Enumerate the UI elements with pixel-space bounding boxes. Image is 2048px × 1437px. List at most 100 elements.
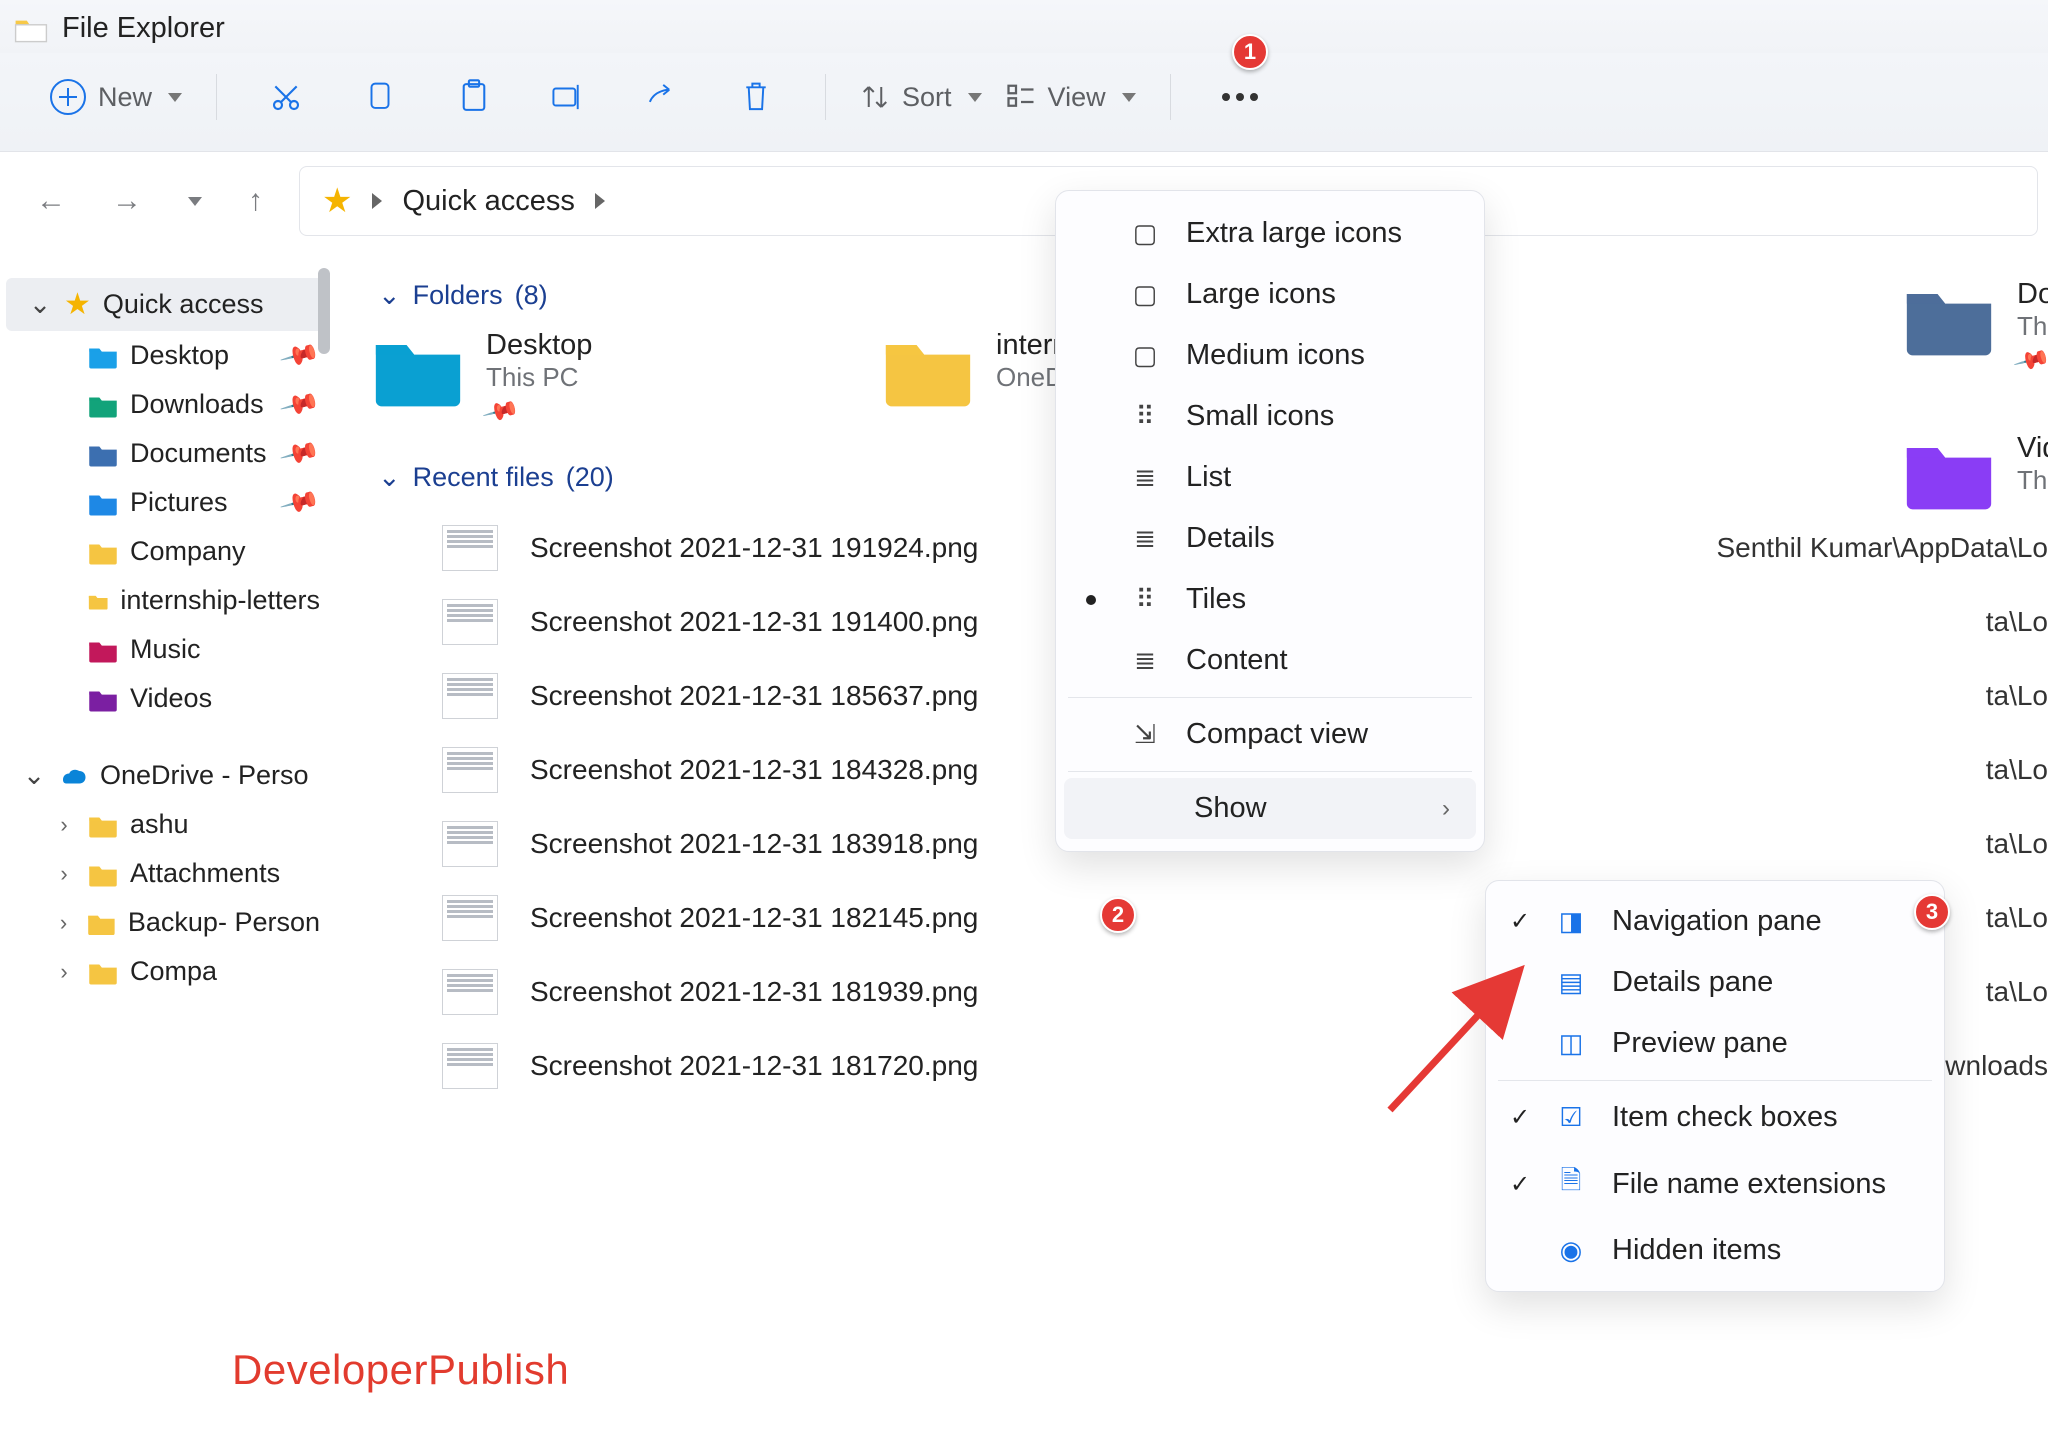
chevron-right-icon[interactable] xyxy=(595,193,605,209)
file-thumbnail xyxy=(442,525,498,571)
cut-button[interactable] xyxy=(257,72,315,122)
more-button[interactable] xyxy=(1211,72,1269,122)
folder-icon xyxy=(88,441,118,467)
menu-item-tiles[interactable]: ⠿ Tiles xyxy=(1056,569,1484,630)
separator xyxy=(216,74,217,120)
copy-button[interactable] xyxy=(351,72,409,122)
sidebar-item-ashu[interactable]: › ashu xyxy=(0,800,334,849)
menu-item-small-icons[interactable]: ⠿ Small icons xyxy=(1056,386,1484,447)
quick-access-label: Quick access xyxy=(103,289,264,320)
plus-icon xyxy=(50,79,86,115)
star-icon: ★ xyxy=(64,287,91,322)
pin-icon: 📌 xyxy=(278,383,322,426)
tile-name: Desktop xyxy=(486,329,592,362)
expand-icon[interactable]: › xyxy=(52,861,76,887)
sidebar-item-compa[interactable]: › Compa xyxy=(0,947,334,996)
menu-item-large-icons[interactable]: ▢ Large icons xyxy=(1056,264,1484,325)
sidebar-item-pictures[interactable]: Pictures 📌 xyxy=(0,478,334,527)
delete-button[interactable] xyxy=(727,72,785,122)
sidebar-item-documents[interactable]: Documents 📌 xyxy=(0,429,334,478)
menu-item-extra-large-icons[interactable]: ▢ Extra large icons xyxy=(1056,203,1484,264)
sidebar-item-internship-letters[interactable]: internship-letters xyxy=(0,576,334,625)
sidebar-item-backup-person[interactable]: › Backup- Person xyxy=(0,898,334,947)
file-thumbnail xyxy=(442,895,498,941)
folder-icon xyxy=(372,329,464,407)
collapse-icon[interactable]: ⌄ xyxy=(378,462,401,493)
chevron-right-icon: › xyxy=(1442,795,1450,823)
submenu-item-hidden-items[interactable]: ◉ Hidden items xyxy=(1486,1220,1944,1281)
sidebar-item-label: Pictures xyxy=(130,487,228,518)
view-mode-icon: ≣ xyxy=(1130,523,1160,554)
collapse-icon[interactable]: ⌄ xyxy=(28,289,52,320)
menu-item-label: Content xyxy=(1186,644,1288,677)
chevron-right-icon xyxy=(372,193,382,209)
collapse-icon[interactable]: ⌄ xyxy=(378,280,401,311)
submenu-item-file-name-extensions[interactable]: 🗎 File name extensions xyxy=(1486,1148,1944,1220)
menu-item-list[interactable]: ≣ List xyxy=(1056,447,1484,508)
menu-separator xyxy=(1068,771,1472,772)
rename-button[interactable] xyxy=(539,72,597,122)
folder-tile[interactable]: Videos This PC xyxy=(1903,432,2048,510)
onedrive-label: OneDrive - Perso xyxy=(100,760,309,791)
new-button[interactable]: New xyxy=(38,71,194,123)
submenu-item-label: Navigation pane xyxy=(1612,905,1822,938)
file-path: ta\Lo xyxy=(1986,976,2048,1008)
folder-icon xyxy=(88,490,118,516)
sidebar-item-company[interactable]: Company xyxy=(0,527,334,576)
chevron-down-icon xyxy=(168,93,182,102)
folder-icon xyxy=(88,392,118,418)
view-mode-icon: ⠿ xyxy=(1130,401,1160,432)
sidebar-item-videos[interactable]: Videos xyxy=(0,674,334,723)
recent-count: (20) xyxy=(566,462,614,493)
expand-icon[interactable]: › xyxy=(52,812,76,838)
menu-separator xyxy=(1068,697,1472,698)
history-button[interactable] xyxy=(188,197,202,206)
view-button[interactable]: View xyxy=(994,74,1148,121)
view-menu: ▢ Extra large icons ▢ Large icons ▢ Medi… xyxy=(1055,190,1485,852)
view-mode-icon: ▢ xyxy=(1130,218,1160,249)
expand-icon[interactable]: › xyxy=(52,959,76,985)
sort-button[interactable]: Sort xyxy=(848,74,994,121)
menu-item-content[interactable]: ≣ Content xyxy=(1056,630,1484,691)
expand-icon[interactable]: › xyxy=(52,910,75,936)
sidebar-item-attachments[interactable]: › Attachments xyxy=(0,849,334,898)
folder-icon xyxy=(1903,432,1995,510)
sidebar-item-desktop[interactable]: Desktop 📌 xyxy=(0,331,334,380)
file-path: ta\Lo xyxy=(1986,606,2048,638)
back-button[interactable]: ← xyxy=(36,184,66,218)
window-title: File Explorer xyxy=(62,12,225,45)
submenu-item-details-pane[interactable]: ▤ Details pane xyxy=(1486,952,1944,1013)
folder-tile[interactable]: Documents This PC 📌 xyxy=(1903,278,2048,375)
breadcrumb-location[interactable]: Quick access xyxy=(402,185,574,218)
submenu-item-item-check-boxes[interactable]: ☑ Item check boxes xyxy=(1486,1087,1944,1148)
submenu-item-preview-pane[interactable]: ◫ Preview pane xyxy=(1486,1013,1944,1074)
file-name: Screenshot 2021-12-31 181939.png xyxy=(530,976,1050,1008)
collapse-icon[interactable]: ⌄ xyxy=(22,760,46,791)
menu-item-show[interactable]: Show › xyxy=(1064,778,1476,839)
submenu-item-navigation-pane[interactable]: ◨ Navigation pane xyxy=(1486,891,1944,952)
file-name: Screenshot 2021-12-31 182145.png xyxy=(530,902,1050,934)
sidebar-item-music[interactable]: Music xyxy=(0,625,334,674)
file-path: ta\Lo xyxy=(1986,754,2048,786)
tile-name: Videos xyxy=(2017,432,2048,465)
share-button[interactable] xyxy=(633,72,691,122)
paste-button[interactable] xyxy=(445,72,503,122)
menu-item-label: Tiles xyxy=(1186,583,1246,616)
sidebar-item-label: Documents xyxy=(130,438,267,469)
menu-item-medium-icons[interactable]: ▢ Medium icons xyxy=(1056,325,1484,386)
chevron-down-icon xyxy=(1122,93,1136,102)
forward-button[interactable]: → xyxy=(112,184,142,218)
folder-icon xyxy=(88,637,118,663)
sidebar-item-downloads[interactable]: Downloads 📌 xyxy=(0,380,334,429)
sidebar-item-quick-access[interactable]: ⌄ ★ Quick access xyxy=(6,278,324,331)
sidebar-item-onedrive[interactable]: ⌄ OneDrive - Perso xyxy=(0,751,334,800)
separator xyxy=(1170,74,1171,120)
folder-tile[interactable]: Desktop This PC 📌 xyxy=(372,329,842,426)
up-button[interactable]: ↑ xyxy=(248,184,263,218)
pin-icon: 📌 xyxy=(278,432,322,475)
submenu-icon: ◉ xyxy=(1556,1235,1586,1266)
menu-item-compact-view[interactable]: ⇲ Compact view xyxy=(1056,704,1484,765)
tile-sub: This PC xyxy=(2017,465,2048,496)
menu-item-details[interactable]: ≣ Details xyxy=(1056,508,1484,569)
titlebar: File Explorer xyxy=(0,0,2048,53)
